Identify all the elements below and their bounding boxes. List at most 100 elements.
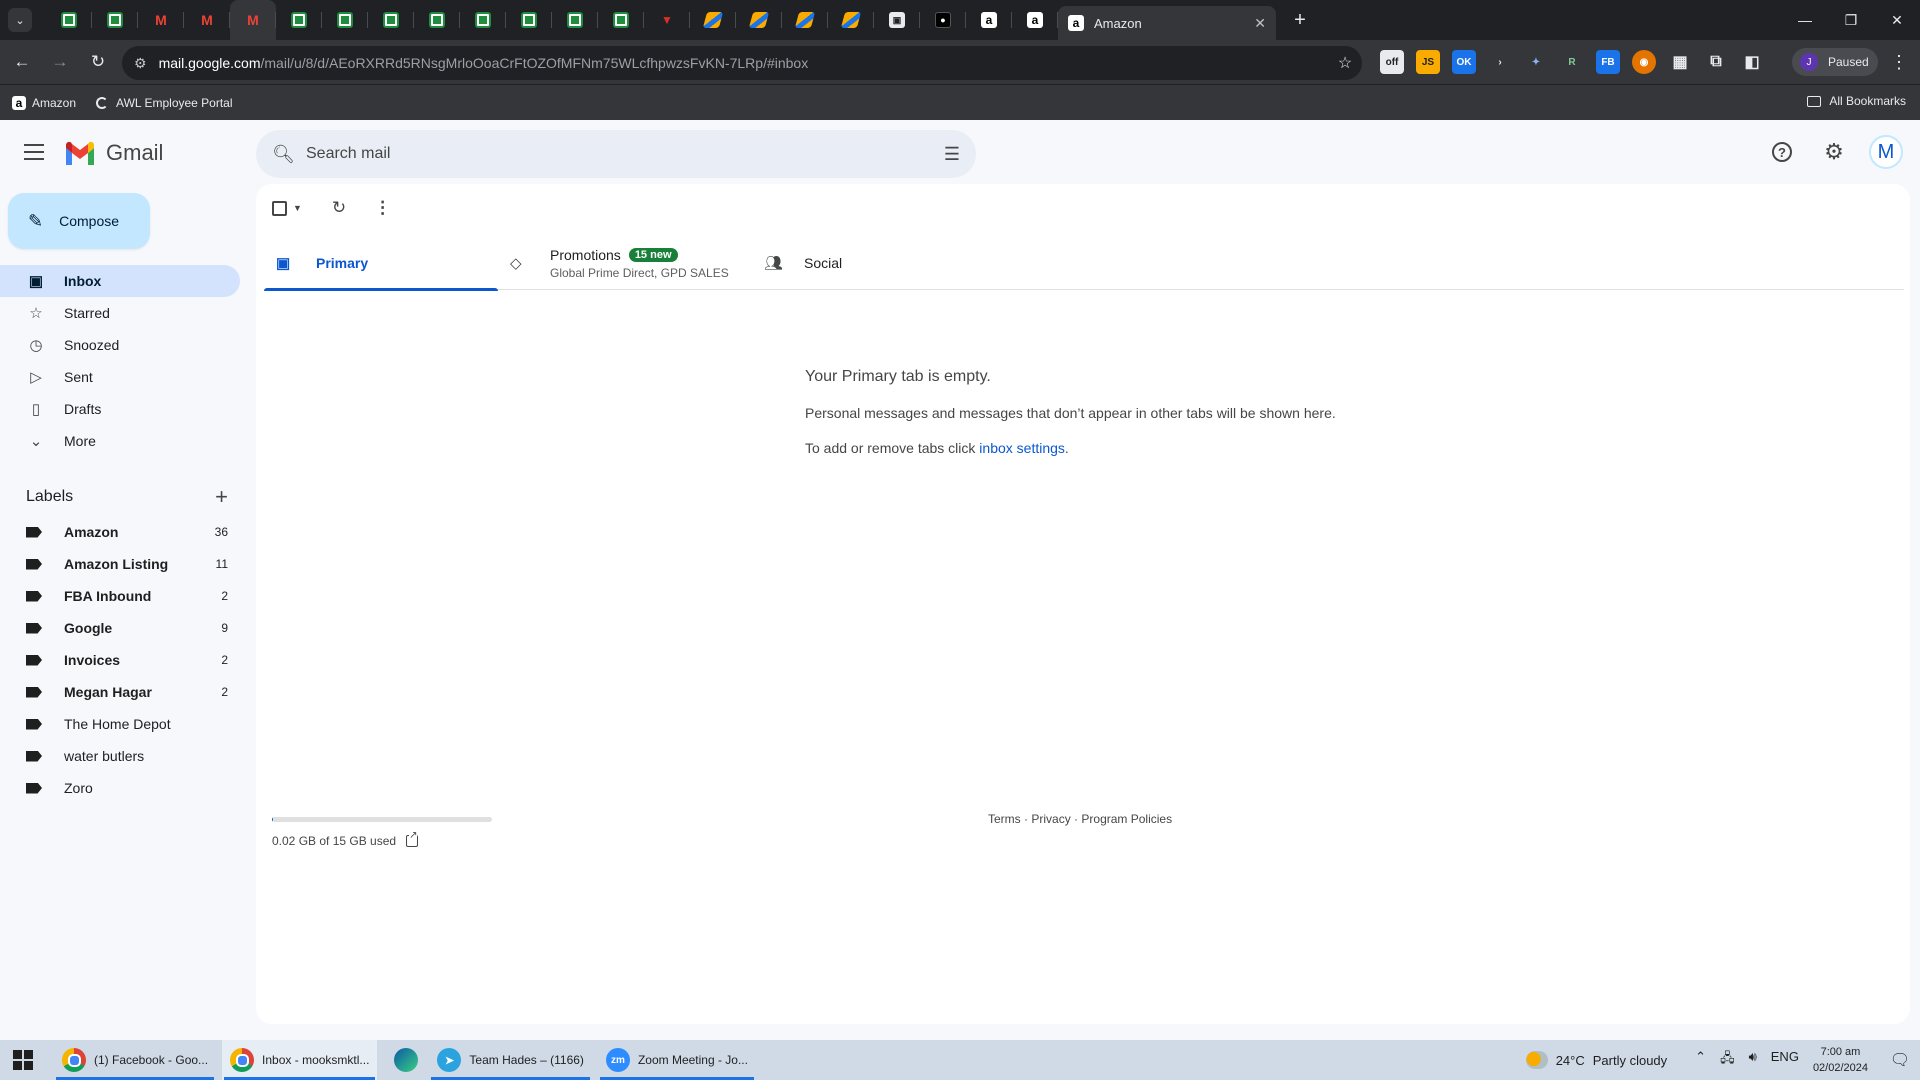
sidebar-item-inbox[interactable]: ▣ Inbox (0, 265, 240, 297)
browser-tab[interactable]: ● (920, 0, 966, 40)
extension-ok-icon[interactable]: OK (1452, 50, 1476, 74)
browser-tab[interactable] (552, 0, 598, 40)
label-item[interactable]: Megan Hagar 2 (0, 676, 240, 708)
taskbar-app-edge[interactable] (383, 1040, 429, 1080)
address-bar[interactable]: ⚙ mail.google.com/mail/u/8/d/AEoRXRRd5RN… (122, 46, 1362, 80)
label-item[interactable]: The Home Depot (0, 708, 240, 740)
label-item[interactable]: FBA Inbound 2 (0, 580, 240, 612)
browser-tab-amazon[interactable]: a Amazon ✕ (1058, 6, 1276, 40)
extension-off-icon[interactable]: off (1380, 50, 1404, 74)
forward-button[interactable]: → (44, 46, 76, 78)
browser-tab[interactable]: a (966, 0, 1012, 40)
extension-r-icon[interactable]: R (1560, 50, 1584, 74)
refresh-icon[interactable]: ↻ (332, 198, 346, 218)
search-options-icon[interactable]: ☰ (928, 144, 976, 165)
tab-search-button[interactable]: ⌄ (8, 8, 32, 32)
browser-tab[interactable]: M (138, 0, 184, 40)
gmail-logo[interactable]: Gmail (64, 140, 163, 166)
settings-button[interactable]: ⚙ (1814, 132, 1854, 172)
account-button[interactable]: M (1866, 132, 1906, 172)
minimize-button[interactable]: — (1782, 0, 1828, 40)
restore-button[interactable]: ❐ (1828, 0, 1874, 40)
bookmark-awl-portal[interactable]: AWL Employee Portal (96, 96, 233, 110)
extension-orange-icon[interactable]: ◉ (1632, 50, 1656, 74)
back-button[interactable]: ← (6, 46, 38, 78)
select-dropdown-icon[interactable]: ▼ (293, 203, 302, 213)
weather-widget[interactable]: 24°C Partly cloudy (1525, 1051, 1667, 1069)
support-button[interactable]: ? (1762, 132, 1802, 172)
label-item[interactable]: water butlers (0, 740, 240, 772)
volume-icon[interactable]: 🔊︎ (1749, 1049, 1757, 1071)
close-tab-icon[interactable]: ✕ (1254, 15, 1266, 32)
extensions-puzzle-icon[interactable]: ⧉ (1704, 50, 1728, 74)
browser-tab[interactable] (368, 0, 414, 40)
notifications-icon[interactable]: 🗨︎ (1880, 1040, 1920, 1080)
browser-tab[interactable] (460, 0, 506, 40)
language-indicator[interactable]: ENG (1771, 1049, 1799, 1071)
reload-button[interactable]: ↻ (82, 46, 114, 78)
main-menu-icon[interactable] (22, 140, 46, 164)
search-input[interactable] (306, 145, 928, 163)
bookmark-star-icon[interactable]: ☆ (1328, 53, 1362, 73)
extension-js-icon[interactable]: JS (1416, 50, 1440, 74)
browser-tab[interactable] (322, 0, 368, 40)
browser-tab[interactable] (690, 0, 736, 40)
new-tab-button[interactable]: + (1286, 6, 1314, 34)
show-hidden-icons-icon[interactable]: ⌃ (1695, 1049, 1706, 1071)
browser-tab[interactable] (414, 0, 460, 40)
browser-tab[interactable] (736, 0, 782, 40)
browser-tab[interactable] (46, 0, 92, 40)
browser-tab[interactable] (506, 0, 552, 40)
browser-tab[interactable]: ▼ (644, 0, 690, 40)
bookmark-amazon[interactable]: a Amazon (12, 95, 76, 110)
browser-tab[interactable]: ▣ (874, 0, 920, 40)
label-item[interactable]: Amazon 36 (0, 516, 240, 548)
sidebar-item-drafts[interactable]: ▯ Drafts (0, 393, 240, 425)
privacy-link[interactable]: Privacy (1031, 812, 1070, 826)
extension-qr-icon[interactable]: ▦ (1668, 50, 1692, 74)
all-bookmarks-button[interactable]: All Bookmarks (1807, 94, 1906, 108)
browser-tab[interactable]: a (1012, 0, 1058, 40)
tab-promotions[interactable]: ◇ Promotions 15 new Global Prime Direct,… (498, 236, 752, 290)
program-policies-link[interactable]: Program Policies (1081, 812, 1172, 826)
more-actions-icon[interactable]: ⋮ (374, 198, 391, 218)
open-external-icon[interactable] (406, 830, 419, 847)
site-info-icon[interactable]: ⚙ (134, 55, 147, 72)
tab-primary[interactable]: ▣ Primary (264, 236, 498, 291)
create-label-button[interactable]: + (215, 484, 228, 510)
browser-tab-current[interactable]: M (230, 0, 276, 40)
label-item[interactable]: Amazon Listing 11 (0, 548, 240, 580)
sidebar-item-sent[interactable]: ▷ Sent (0, 361, 240, 393)
browser-tab[interactable] (598, 0, 644, 40)
sidebar-item-starred[interactable]: ☆ Starred (0, 297, 240, 329)
select-all-checkbox[interactable] (272, 200, 287, 216)
network-icon[interactable]: 🖧︎ (1720, 1049, 1735, 1071)
extension-fba-icon[interactable]: FB (1596, 50, 1620, 74)
browser-tab[interactable] (782, 0, 828, 40)
browser-tab[interactable] (276, 0, 322, 40)
url-text[interactable]: mail.google.com/mail/u/8/d/AEoRXRRd5RNsg… (159, 55, 1328, 71)
inbox-settings-link[interactable]: inbox settings (979, 440, 1065, 456)
side-panel-icon[interactable]: ◧ (1740, 50, 1764, 74)
taskbar-app-zoom[interactable]: zm Zoom Meeting - Jo... (598, 1040, 756, 1080)
compose-button[interactable]: ✎ Compose (8, 193, 150, 249)
label-item[interactable]: Zoro (0, 772, 240, 804)
tab-social[interactable]: 👥︎ Social (752, 236, 952, 290)
profile-button[interactable]: J Paused (1792, 48, 1878, 76)
browser-tab[interactable] (828, 0, 874, 40)
taskbar-app-inbox[interactable]: Inbox - mooksmktl... (222, 1040, 378, 1080)
terms-link[interactable]: Terms (988, 812, 1021, 826)
extension-arrow-icon[interactable]: › (1488, 50, 1512, 74)
browser-tab[interactable] (92, 0, 138, 40)
sidebar-item-snoozed[interactable]: ◷ Snoozed (0, 329, 240, 361)
label-item[interactable]: Google 9 (0, 612, 240, 644)
clock[interactable]: 7:00 am 02/02/2024 (1813, 1044, 1868, 1076)
label-item[interactable]: Invoices 2 (0, 644, 240, 676)
start-button[interactable] (0, 1040, 46, 1080)
close-window-button[interactable]: ✕ (1874, 0, 1920, 40)
sidebar-item-more[interactable]: ⌄ More (0, 425, 240, 457)
extension-puzzle-blue-icon[interactable]: ✦ (1524, 50, 1548, 74)
taskbar-app-facebook[interactable]: (1) Facebook - Goo... (54, 1040, 216, 1080)
taskbar-app-telegram[interactable]: ➤ Team Hades – (1166) (429, 1040, 592, 1080)
chrome-menu-icon[interactable]: ⋮ (1890, 52, 1908, 73)
